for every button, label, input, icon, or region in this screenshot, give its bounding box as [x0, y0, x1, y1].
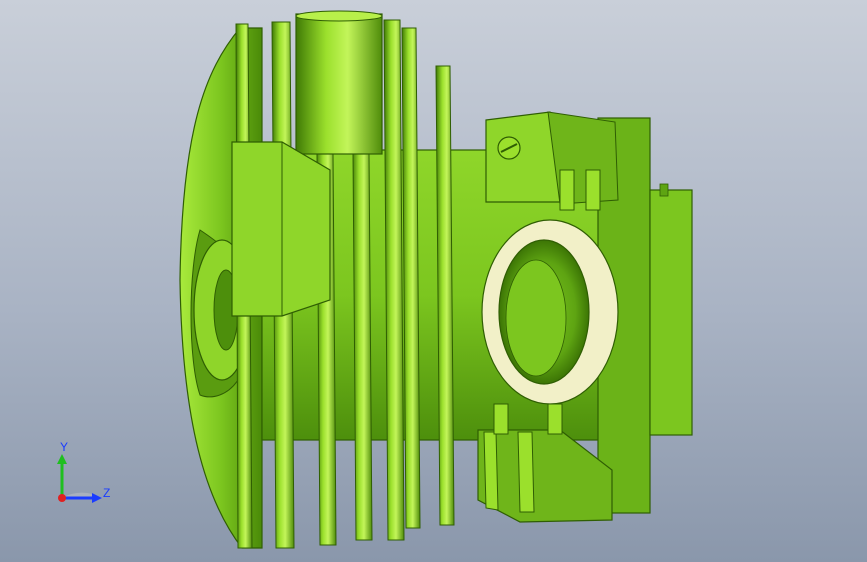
axis-triad: Y Z — [48, 438, 118, 508]
z-axis-label: Z — [103, 486, 111, 500]
top-tube — [295, 13, 383, 155]
cylinder-model[interactable] — [0, 0, 867, 562]
y-axis-label: Y — [60, 440, 69, 454]
base-spigot — [649, 189, 693, 436]
mount-block — [231, 141, 331, 317]
cad-viewport[interactable]: Y Z — [0, 0, 867, 562]
